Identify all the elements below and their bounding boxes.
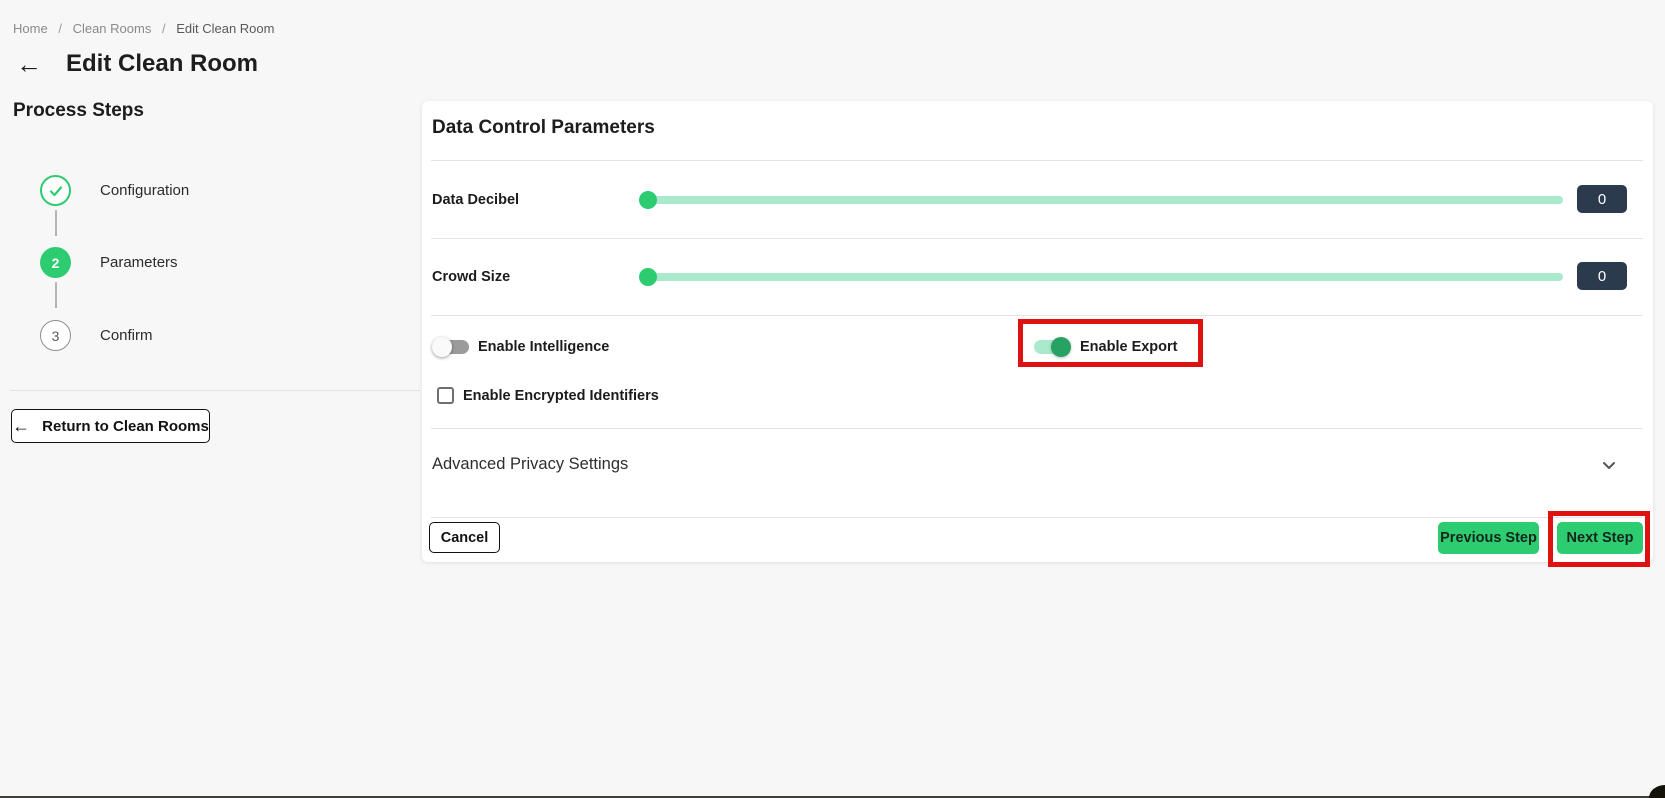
data-control-parameters-panel: Data Control Parameters Data Decibel 0 C… (422, 101, 1653, 562)
crowd-size-slider-thumb[interactable] (639, 268, 657, 286)
step-label: Parameters (100, 254, 178, 271)
breadcrumb-separator: / (58, 21, 62, 36)
page-title: Edit Clean Room (66, 50, 258, 78)
advanced-privacy-settings-label[interactable]: Advanced Privacy Settings (432, 455, 628, 474)
divider (431, 428, 1643, 429)
data-decibel-slider-thumb[interactable] (639, 191, 657, 209)
previous-step-button[interactable]: Previous Step (1438, 522, 1539, 554)
toggle-knob (432, 337, 452, 357)
crowd-size-label: Crowd Size (432, 269, 510, 285)
data-decibel-label: Data Decibel (432, 192, 519, 208)
breadcrumb-edit-clean-room: Edit Clean Room (176, 21, 274, 36)
divider (431, 160, 1643, 161)
step-complete-indicator (40, 175, 71, 206)
divider (431, 517, 1643, 518)
enable-encrypted-identifiers-checkbox[interactable] (437, 387, 454, 404)
breadcrumb-clean-rooms[interactable]: Clean Rooms (73, 21, 152, 36)
toggle-knob (1051, 337, 1071, 357)
next-step-button[interactable]: Next Step (1557, 522, 1643, 554)
enable-encrypted-identifiers-label: Enable Encrypted Identifiers (463, 388, 659, 404)
step-label: Configuration (100, 182, 189, 199)
step-connector (55, 210, 57, 236)
enable-intelligence-toggle[interactable] (435, 340, 469, 354)
divider (431, 315, 1643, 316)
crowd-size-value: 0 (1577, 262, 1627, 290)
divider (431, 238, 1643, 239)
chevron-down-icon[interactable] (1600, 456, 1618, 474)
process-steps-heading: Process Steps (13, 100, 144, 122)
enable-intelligence-label: Enable Intelligence (478, 339, 609, 355)
crowd-size-slider-track[interactable] (644, 273, 1563, 281)
step-connector (55, 282, 57, 308)
step-label: Confirm (100, 327, 153, 344)
page-header: ← Edit Clean Room (16, 50, 258, 78)
breadcrumb-separator: / (162, 21, 166, 36)
check-icon (48, 183, 64, 199)
step-configuration[interactable]: Configuration (40, 175, 189, 206)
return-button-label: Return to Clean Rooms (42, 418, 209, 435)
cancel-button[interactable]: Cancel (429, 522, 500, 553)
breadcrumb-home[interactable]: Home (13, 21, 48, 36)
breadcrumb: Home / Clean Rooms / Edit Clean Room (13, 21, 274, 36)
data-decibel-slider-track[interactable] (644, 196, 1563, 204)
screenshot-corner-artifact (1649, 785, 1665, 798)
return-to-clean-rooms-button[interactable]: ← Return to Clean Rooms (11, 409, 210, 443)
sidebar-divider (10, 390, 420, 391)
left-arrow-icon: ← (12, 417, 30, 435)
back-arrow-icon[interactable]: ← (16, 51, 42, 77)
enable-export-toggle[interactable] (1034, 340, 1068, 354)
step-active-indicator: 2 (40, 247, 71, 278)
enable-export-label: Enable Export (1080, 339, 1178, 355)
step-upcoming-indicator: 3 (40, 320, 71, 351)
step-confirm[interactable]: 3 Confirm (40, 320, 153, 351)
data-decibel-value: 0 (1577, 185, 1627, 213)
step-parameters[interactable]: 2 Parameters (40, 247, 178, 278)
panel-title: Data Control Parameters (432, 117, 655, 139)
